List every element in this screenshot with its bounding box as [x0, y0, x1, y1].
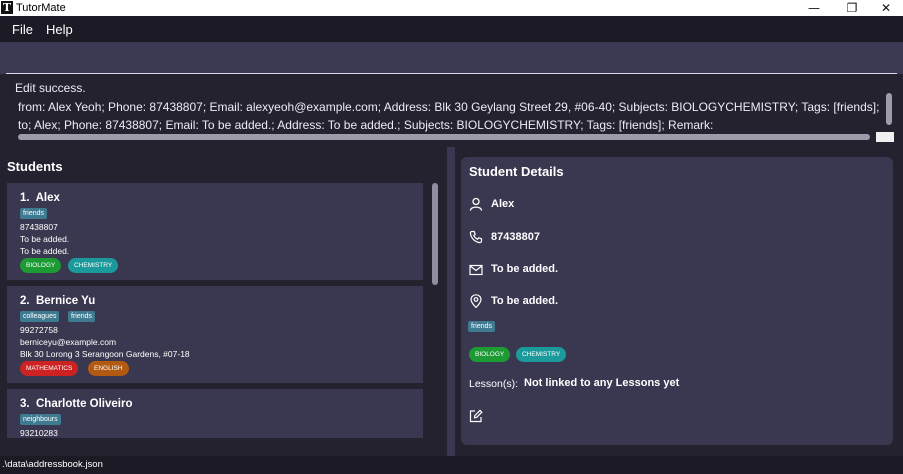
- result-from-line: from: Alex Yeoh; Phone: 87438807; Email:…: [18, 100, 880, 114]
- edit-icon[interactable]: [469, 409, 483, 423]
- tag-badge: friends: [20, 208, 48, 219]
- subject-badge: BIOLOGY: [469, 347, 511, 362]
- phone-icon: [469, 230, 483, 244]
- subject-badge: CHEMISTRY: [516, 347, 567, 362]
- student-address: To be added.: [20, 246, 70, 256]
- student-address: Blk 30 Lorong 3 Serangoon Gardens, #07-1…: [20, 349, 190, 359]
- details-phone: 87438807: [491, 231, 540, 243]
- details-heading: Student Details: [469, 164, 564, 179]
- student-card[interactable]: 2. Bernice Yu colleagues friends 9927275…: [7, 286, 423, 383]
- tag-badge: friends: [468, 321, 496, 332]
- title-bar: T TutorMate — ❐ ✕: [0, 0, 903, 16]
- student-list-scrollbar[interactable]: [432, 183, 438, 285]
- student-email: To be added.: [20, 234, 70, 244]
- student-details-card: Student Details Alex 87438807 To be adde…: [461, 157, 893, 445]
- menu-bar: File Help: [0, 16, 903, 42]
- student-phone: 99272758: [20, 325, 58, 335]
- tag-badge: colleagues: [20, 311, 60, 322]
- student-card[interactable]: 3. Charlotte Oliveiro neighbours 9321028…: [7, 389, 423, 438]
- split-pane-divider[interactable]: [447, 147, 455, 456]
- status-bar: .\data\addressbook.json: [0, 456, 903, 474]
- menu-file[interactable]: File: [12, 22, 33, 37]
- lessons-value: Not linked to any Lessons yet: [524, 377, 680, 389]
- student-name: 2. Bernice Yu: [20, 295, 96, 307]
- student-phone: 93210283: [20, 428, 58, 438]
- maximize-button[interactable]: ❐: [837, 0, 867, 16]
- app-logo-icon: T: [1, 1, 13, 14]
- command-input[interactable]: [0, 42, 903, 74]
- student-name: 1. Alex: [20, 192, 60, 204]
- student-email: berniceyu@example.com: [20, 337, 117, 347]
- subject-badge: CHEMISTRY: [68, 258, 119, 273]
- location-icon: [470, 294, 482, 308]
- close-button[interactable]: ✕: [871, 0, 901, 16]
- student-card[interactable]: 1. Alex friends 87438807 To be added. To…: [7, 183, 423, 280]
- subject-badge: MATHEMATICS: [20, 361, 79, 376]
- result-message: Edit success.: [15, 81, 86, 95]
- student-phone: 87438807: [20, 222, 58, 232]
- email-icon: [469, 264, 483, 276]
- subject-badge: ENGLISH: [88, 361, 129, 376]
- subject-badge: BIOLOGY: [20, 258, 62, 273]
- scrollbar-corner: [876, 132, 894, 142]
- window-title: TutorMate: [16, 2, 66, 14]
- minimize-button[interactable]: —: [799, 0, 829, 16]
- details-address: To be added.: [491, 295, 559, 307]
- student-name: 3. Charlotte Oliveiro: [20, 398, 133, 410]
- menu-help[interactable]: Help: [46, 22, 73, 37]
- data-file-path: .\data\addressbook.json: [2, 459, 103, 470]
- students-heading: Students: [7, 159, 63, 174]
- result-horizontal-scrollbar[interactable]: [18, 134, 870, 140]
- details-name: Alex: [491, 198, 515, 210]
- person-icon: [469, 197, 483, 211]
- command-underline: [6, 73, 897, 74]
- tag-badge: friends: [68, 311, 96, 322]
- result-to-line: to; Alex; Phone: 87438807; Email: To be …: [18, 118, 714, 132]
- lessons-label: Lesson(s):: [469, 378, 519, 390]
- result-vertical-scrollbar[interactable]: [886, 93, 892, 125]
- details-email: To be added.: [491, 263, 559, 275]
- tag-badge: neighbours: [20, 414, 61, 425]
